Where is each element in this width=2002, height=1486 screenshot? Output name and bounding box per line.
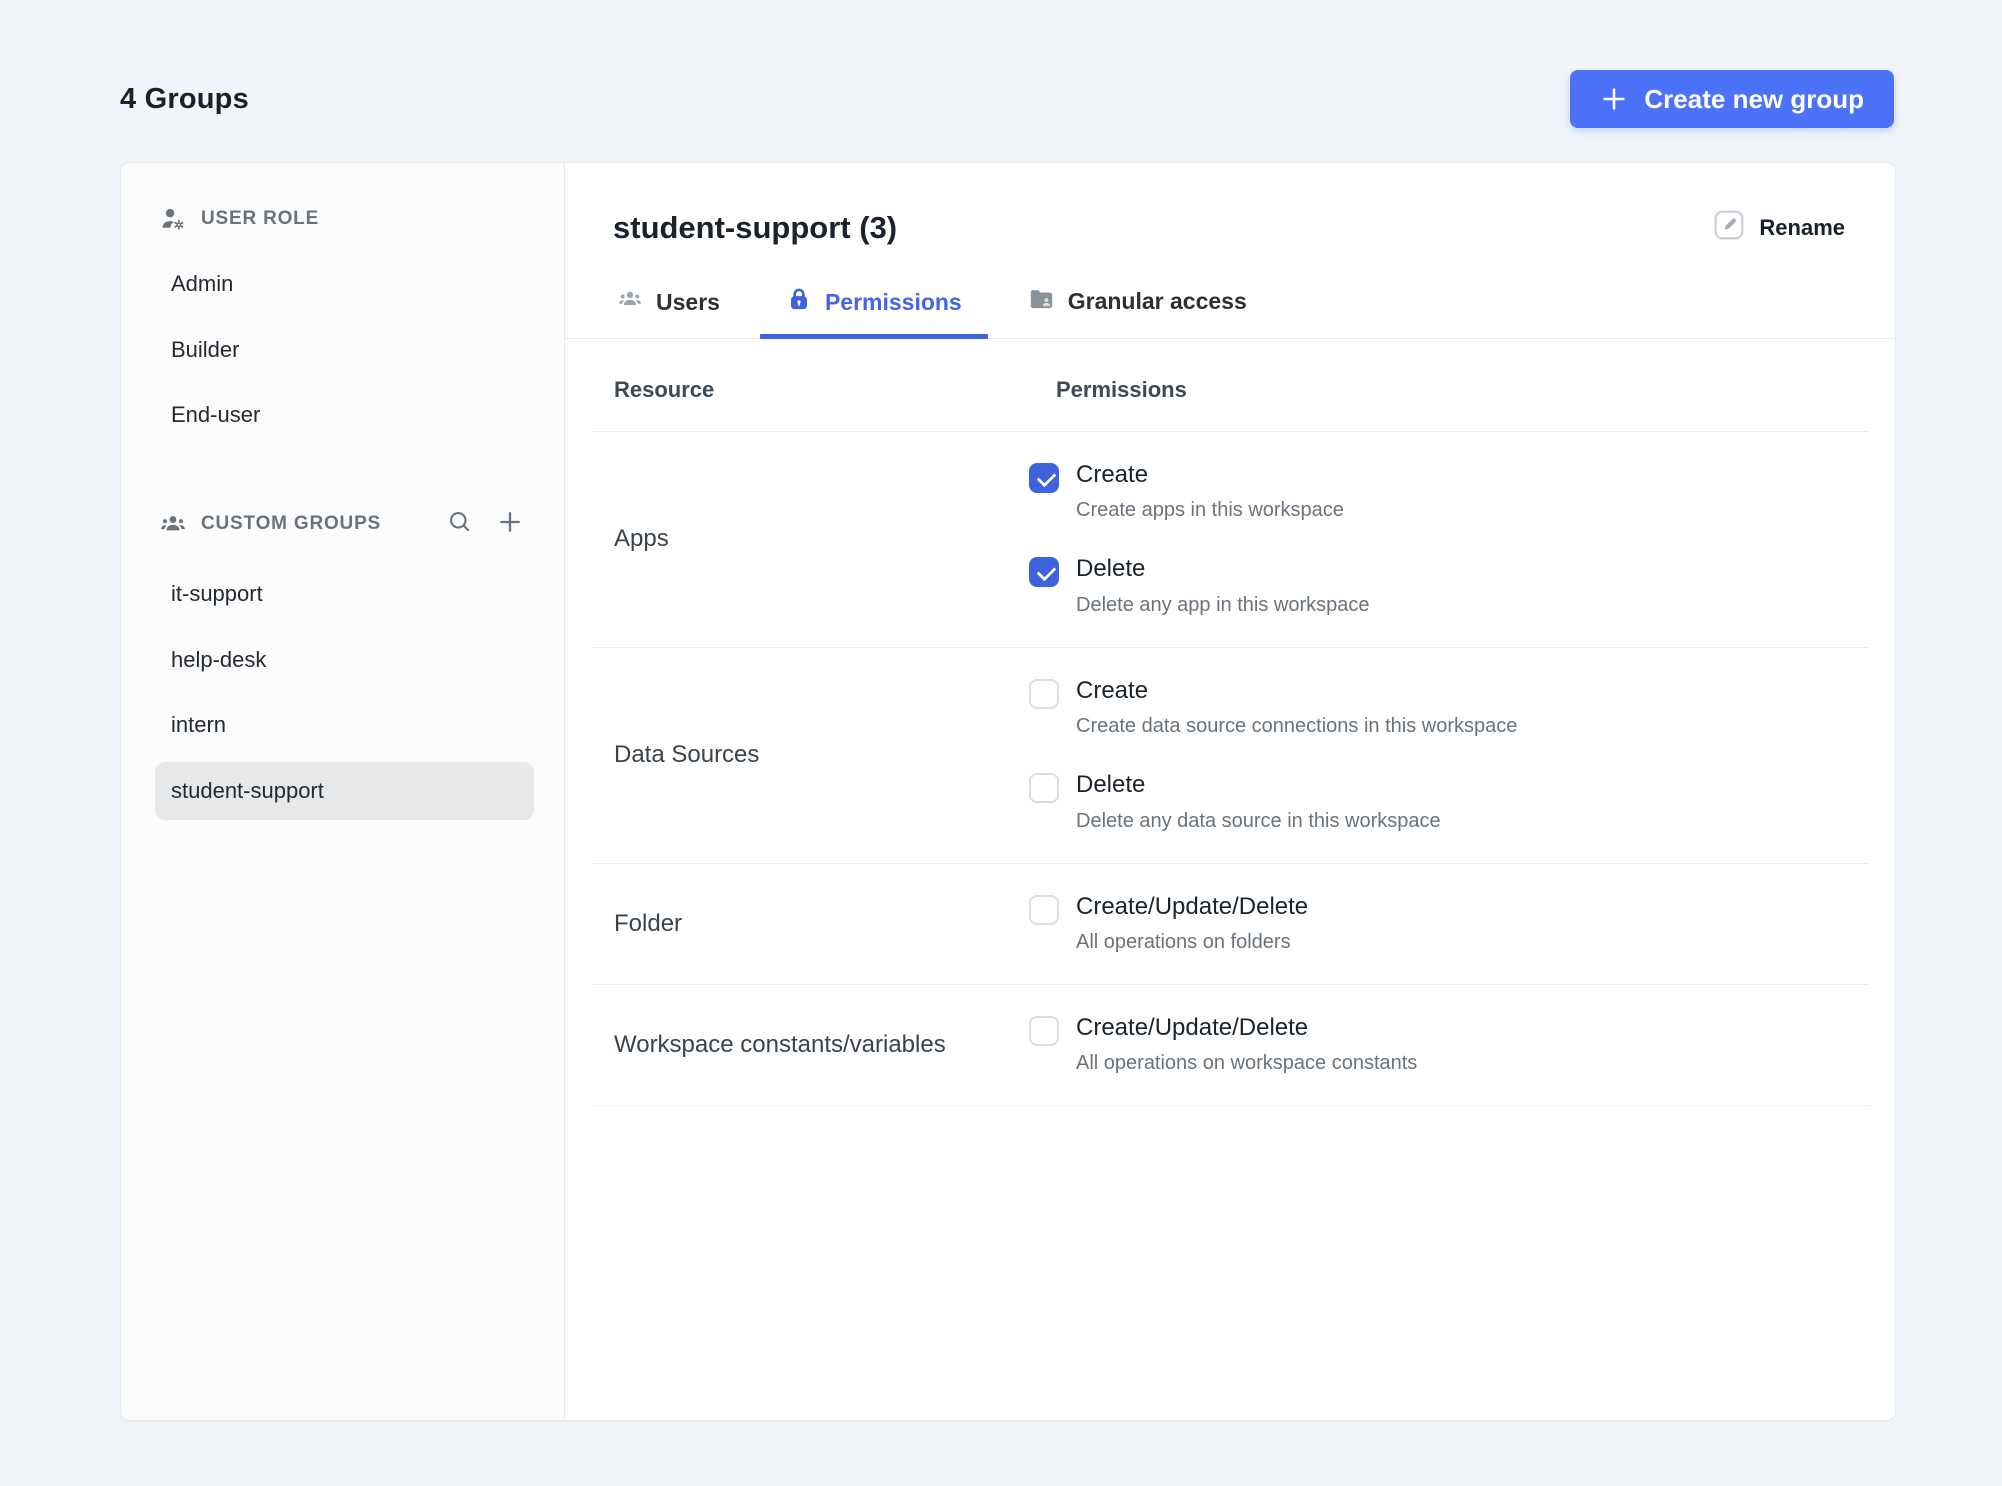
search-icon [446, 508, 474, 539]
custom-groups-icon [159, 510, 187, 538]
permission-description: All operations on folders [1076, 930, 1291, 953]
resource-name: Workspace constants/variables [614, 1031, 946, 1059]
sidebar-item-custom-group[interactable]: intern [155, 696, 534, 754]
permissions-table: Resource Permissions Apps Create Create … [565, 339, 1895, 1107]
users-icon [617, 286, 643, 318]
create-new-group-label: Create new group [1644, 83, 1864, 114]
tab-permissions-label: Permissions [824, 288, 962, 315]
rename-button[interactable]: Rename [1713, 209, 1845, 247]
permission-description: All operations on workspace constants [1076, 1052, 1418, 1075]
sidebar-item-label: Admin [171, 271, 234, 296]
permission-label: Delete [1076, 555, 1146, 583]
sidebar-item-label: Builder [171, 336, 240, 362]
user-role-header: USER ROLE [155, 199, 534, 239]
folder-user-icon [1028, 285, 1055, 318]
permission-item: Create/Update/Delete All operations on w… [1029, 1013, 1869, 1075]
permission-list: Create Create apps in this workspace Del… [1029, 461, 1869, 617]
permission-list: Create/Update/Delete All operations on f… [1029, 892, 1869, 954]
search-groups-button[interactable] [442, 504, 478, 543]
permissions-table-body: Apps Create Create apps in this workspac… [591, 432, 1869, 1107]
sidebar-item-label: End-user [171, 402, 261, 428]
permission-item: Create Create apps in this workspace [1029, 461, 1869, 522]
add-group-button[interactable] [492, 504, 528, 543]
tab-permissions[interactable]: Permissions [759, 278, 988, 339]
rename-label: Rename [1759, 215, 1845, 240]
permission-checkbox[interactable] [1029, 773, 1059, 804]
permission-checkbox[interactable] [1029, 463, 1059, 493]
permission-item: Create Create data source connections in… [1029, 676, 1869, 738]
permission-label: Create [1076, 461, 1149, 488]
permission-description: Create data source connections in this w… [1076, 715, 1518, 738]
permission-description: Delete any app in this workspace [1076, 593, 1370, 616]
column-header-permissions: Permissions [1056, 377, 1187, 402]
groups-card: USER ROLE Admin Builder End-user CUSTOM … [120, 162, 1896, 1421]
permission-list: Create/Update/Delete All operations on w… [1029, 1013, 1869, 1075]
groups-sidebar: USER ROLE Admin Builder End-user CUSTOM … [121, 163, 565, 1420]
group-detail-panel: student-support (3) Rename Users Permiss… [565, 163, 1895, 1420]
sidebar-item-user-role[interactable]: Admin [155, 255, 534, 313]
sidebar-item-label: student-support [171, 778, 324, 804]
permission-description: Delete any data source in this workspace [1076, 809, 1441, 832]
create-new-group-button[interactable]: Create new group [1570, 70, 1894, 128]
permission-text: Delete Delete any data source in this wo… [1076, 771, 1441, 832]
permission-checkbox[interactable] [1029, 1015, 1059, 1046]
permission-item: Create/Update/Delete All operations on f… [1029, 892, 1869, 954]
group-tabs: Users Permissions Granular access [565, 247, 1895, 339]
user-role-header-label: USER ROLE [201, 208, 320, 229]
table-row: Workspace constants/variables Create/Upd… [591, 985, 1869, 1107]
plus-icon [1600, 85, 1628, 113]
groups-page: 4 Groups Create new group USER ROLE Admi… [0, 0, 2002, 1486]
tab-users[interactable]: Users [613, 278, 746, 338]
permission-text: Delete Delete any app in this workspace [1076, 555, 1370, 616]
permission-checkbox[interactable] [1029, 894, 1059, 925]
lock-icon [786, 286, 812, 318]
resource-name: Apps [614, 525, 669, 553]
user-role-list: Admin Builder End-user [155, 255, 534, 444]
permission-item: Delete Delete any app in this workspace [1029, 555, 1869, 616]
column-header-resource: Resource [614, 377, 715, 402]
sidebar-item-label: help-desk [171, 646, 267, 672]
custom-groups-list: it-support help-desk intern student-supp… [155, 565, 534, 820]
resource-name: Data Sources [614, 741, 760, 769]
sidebar-item-label: it-support [171, 581, 263, 607]
permission-label: Create/Update/Delete [1076, 1013, 1309, 1041]
plus-icon [496, 508, 524, 539]
permission-list: Create Create data source connections in… [1029, 676, 1869, 833]
permission-text: Create/Update/Delete All operations on w… [1076, 1013, 1418, 1075]
sidebar-item-user-role[interactable]: Builder [155, 321, 534, 379]
sidebar-item-custom-group[interactable]: student-support [155, 762, 534, 820]
permission-text: Create/Update/Delete All operations on f… [1076, 892, 1309, 954]
permission-item: Delete Delete any data source in this wo… [1029, 771, 1869, 832]
permission-checkbox[interactable] [1029, 557, 1059, 588]
group-detail-header: student-support (3) Rename [565, 163, 1895, 247]
resource-name: Folder [614, 909, 683, 937]
table-row: Data Sources Create Create data source c… [591, 648, 1869, 864]
permission-description: Create apps in this workspace [1076, 499, 1344, 522]
table-row: Folder Create/Update/Delete All operatio… [591, 864, 1869, 985]
permission-checkbox[interactable] [1029, 678, 1059, 709]
sidebar-item-custom-group[interactable]: it-support [155, 565, 534, 623]
table-row: Apps Create Create apps in this workspac… [591, 432, 1869, 648]
permissions-table-header: Resource Permissions [591, 339, 1869, 432]
page-title: 4 Groups [120, 82, 249, 115]
permission-text: Create Create data source connections in… [1076, 676, 1518, 738]
sidebar-item-label: intern [171, 712, 227, 738]
permission-label: Create [1076, 676, 1149, 704]
permission-text: Create Create apps in this workspace [1076, 461, 1344, 522]
sidebar-item-user-role[interactable]: End-user [155, 386, 534, 444]
permission-label: Create/Update/Delete [1076, 892, 1309, 920]
group-title: student-support (3) [613, 210, 898, 245]
tab-granular-access-label: Granular access [1067, 288, 1247, 314]
topbar: 4 Groups Create new group [0, 0, 2002, 140]
custom-groups-header-label: CUSTOM GROUPS [201, 512, 382, 534]
tab-users-label: Users [656, 288, 720, 315]
sidebar-item-custom-group[interactable]: help-desk [155, 631, 534, 689]
user-role-icon [159, 205, 187, 233]
tab-granular-access[interactable]: Granular access [1002, 277, 1273, 338]
edit-icon [1713, 209, 1745, 247]
custom-groups-header: CUSTOM GROUPS [155, 498, 534, 549]
permission-label: Delete [1076, 771, 1146, 799]
